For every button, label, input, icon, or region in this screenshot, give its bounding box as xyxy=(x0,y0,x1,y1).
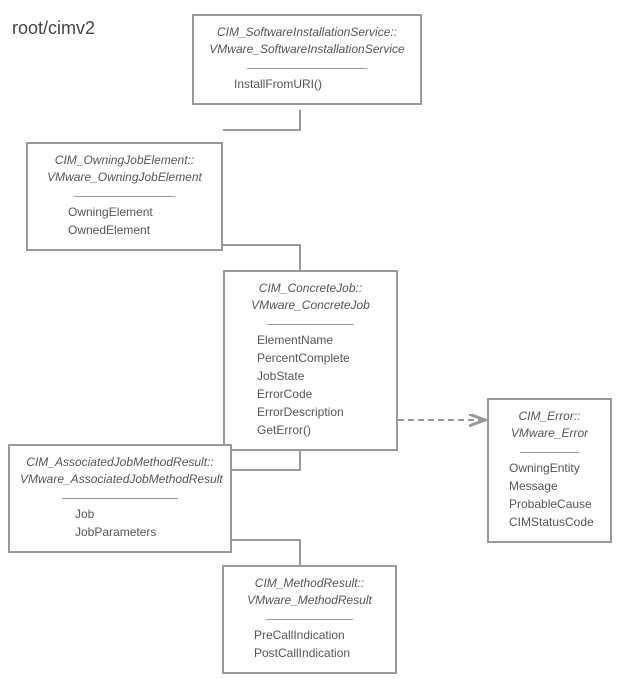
member: PercentComplete xyxy=(257,349,386,367)
title-line: VMware_SoftwareInstallationService xyxy=(204,41,410,58)
title-line: CIM_SoftwareInstallationService:: xyxy=(204,24,410,41)
members: Job JobParameters xyxy=(20,505,220,541)
member: PreCallIndication xyxy=(254,626,385,644)
divider xyxy=(520,452,579,453)
member: ProbableCause xyxy=(509,495,600,513)
title-line: VMware_OwningJobElement xyxy=(38,169,211,186)
class-method-result: CIM_MethodResult:: VMware_MethodResult P… xyxy=(222,565,397,674)
divider xyxy=(74,196,174,197)
member: InstallFromURI() xyxy=(234,75,410,93)
member: JobParameters xyxy=(75,523,220,541)
title-line: VMware_ConcreteJob xyxy=(235,297,386,314)
member: GetError() xyxy=(257,421,386,439)
member: OwnedElement xyxy=(68,221,211,239)
title-line: VMware_Error xyxy=(499,425,600,442)
namespace-label: root/cimv2 xyxy=(12,18,95,39)
member: Message xyxy=(509,477,600,495)
class-title: CIM_SoftwareInstallationService:: VMware… xyxy=(204,24,410,64)
class-associated-job-method-result: CIM_AssociatedJobMethodResult:: VMware_A… xyxy=(8,444,232,553)
member: PostCallIndication xyxy=(254,644,385,662)
member: CIMStatusCode xyxy=(509,513,600,531)
title-line: CIM_AssociatedJobMethodResult:: xyxy=(20,454,220,471)
divider xyxy=(62,498,178,499)
title-line: VMware_AssociatedJobMethodResult xyxy=(20,471,220,488)
class-title: CIM_AssociatedJobMethodResult:: VMware_A… xyxy=(20,454,220,494)
class-title: CIM_ConcreteJob:: VMware_ConcreteJob xyxy=(235,280,386,320)
class-software-installation-service: CIM_SoftwareInstallationService:: VMware… xyxy=(192,14,422,105)
members: PreCallIndication PostCallIndication xyxy=(234,626,385,662)
class-owning-job-element: CIM_OwningJobElement:: VMware_OwningJobE… xyxy=(26,142,223,251)
class-title: CIM_OwningJobElement:: VMware_OwningJobE… xyxy=(38,152,211,192)
member: JobState xyxy=(257,367,386,385)
member: OwningElement xyxy=(68,203,211,221)
member: OwningEntity xyxy=(509,459,600,477)
title-line: CIM_OwningJobElement:: xyxy=(38,152,211,169)
divider xyxy=(267,324,355,325)
member: Job xyxy=(75,505,220,523)
class-title: CIM_Error:: VMware_Error xyxy=(499,408,600,448)
members: ElementName PercentComplete JobState Err… xyxy=(235,331,386,439)
title-line: CIM_ConcreteJob:: xyxy=(235,280,386,297)
members: InstallFromURI() xyxy=(204,75,410,93)
divider xyxy=(247,68,366,69)
class-title: CIM_MethodResult:: VMware_MethodResult xyxy=(234,575,385,615)
title-line: CIM_MethodResult:: xyxy=(234,575,385,592)
class-error: CIM_Error:: VMware_Error OwningEntity Me… xyxy=(487,398,612,543)
title-line: VMware_MethodResult xyxy=(234,592,385,609)
members: OwningElement OwnedElement xyxy=(38,203,211,239)
class-concrete-job: CIM_ConcreteJob:: VMware_ConcreteJob Ele… xyxy=(223,270,398,451)
member: ElementName xyxy=(257,331,386,349)
members: OwningEntity Message ProbableCause CIMSt… xyxy=(499,459,600,531)
divider xyxy=(266,619,354,620)
member: ErrorDescription xyxy=(257,403,386,421)
title-line: CIM_Error:: xyxy=(499,408,600,425)
member: ErrorCode xyxy=(257,385,386,403)
